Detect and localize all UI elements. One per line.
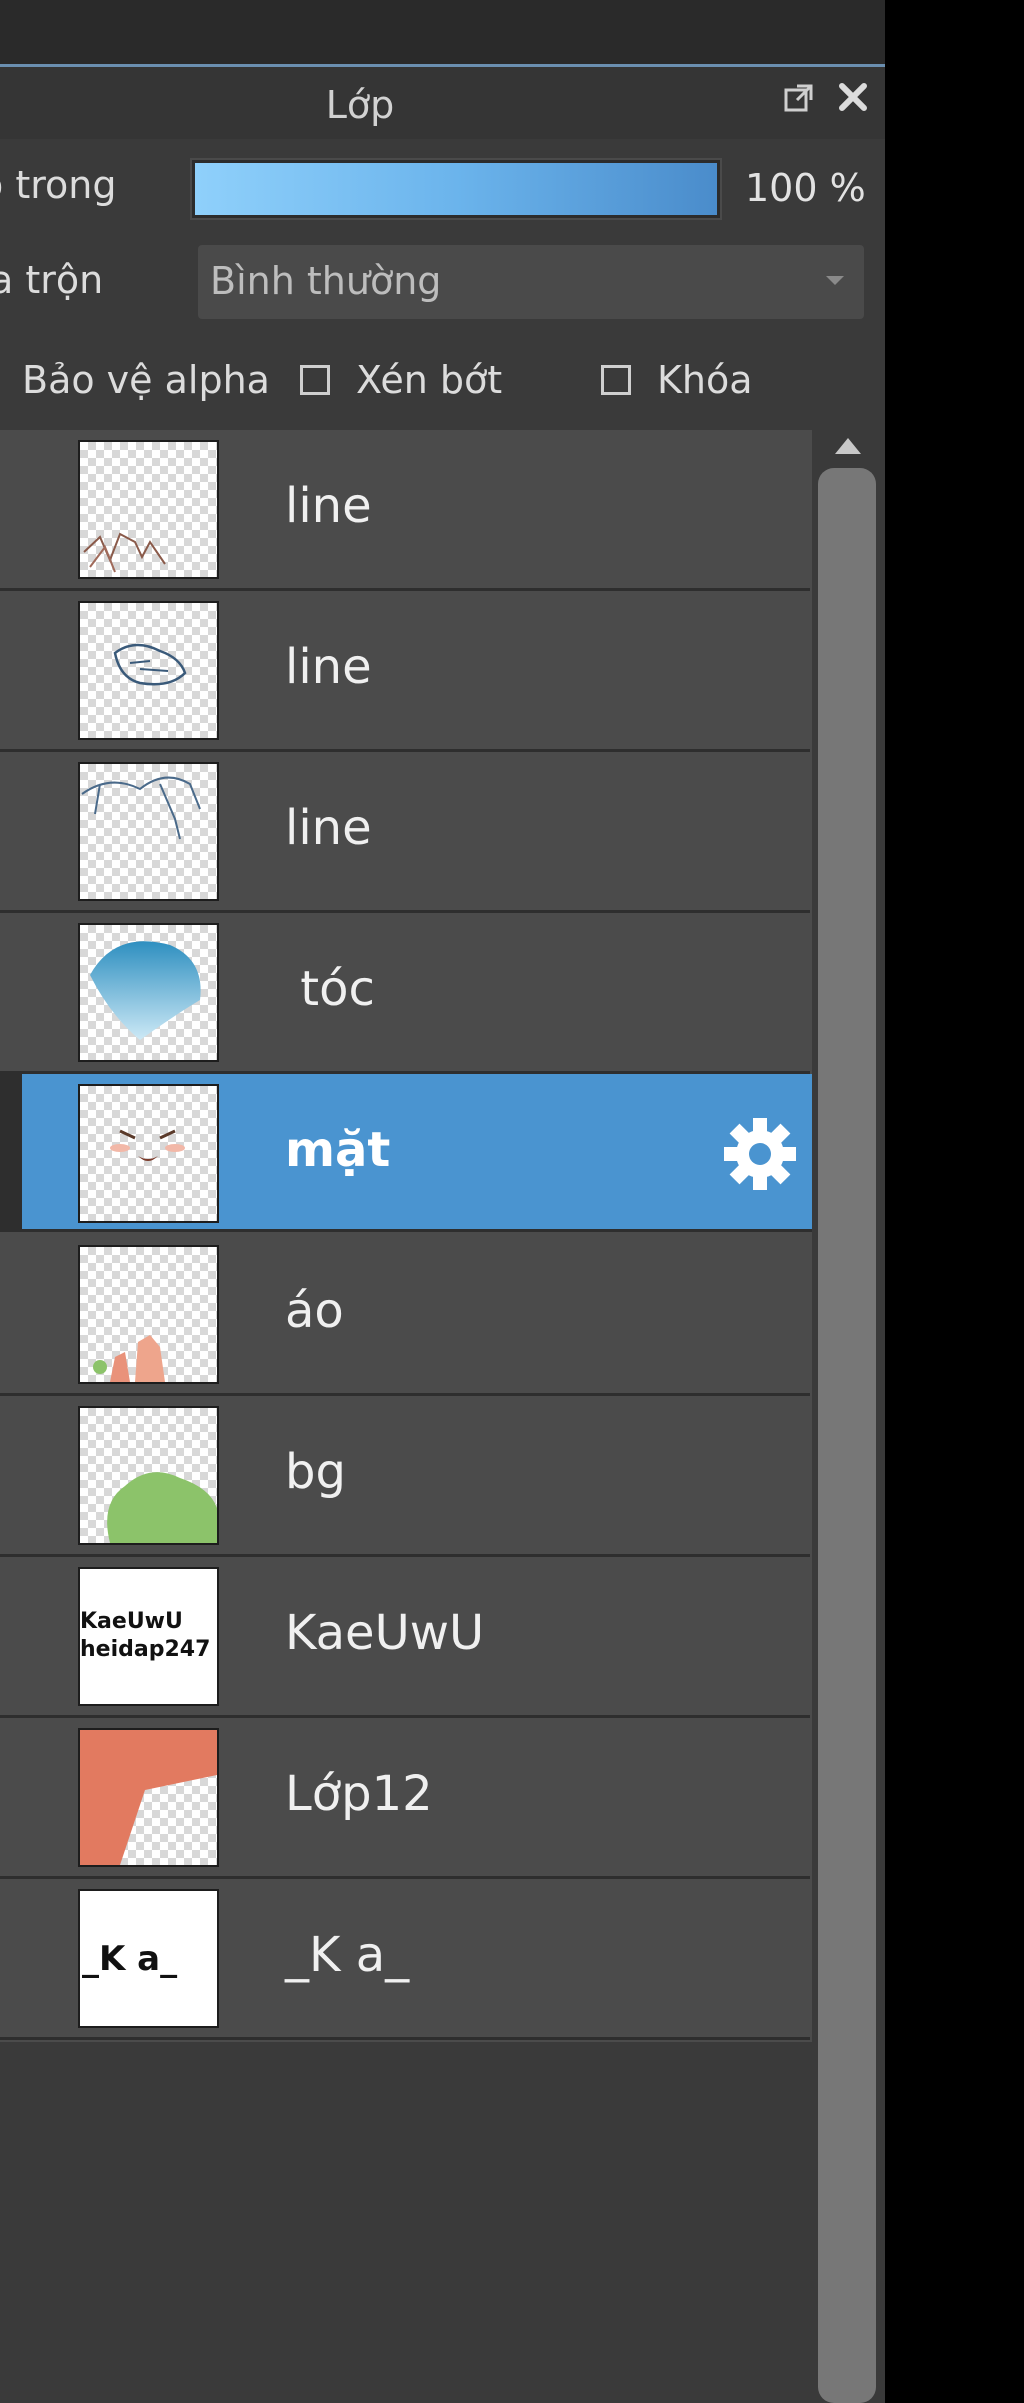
layer-thumbnail [78, 601, 219, 740]
layer-thumbnail: _K a_ [78, 1889, 219, 2028]
layer-thumbnail [78, 762, 219, 901]
layer-name: line [285, 800, 372, 856]
chevron-down-icon [826, 276, 844, 285]
panel-title: Lớp [325, 83, 395, 127]
layer-list: line line line tóc mặt áo bg KaeUwU heid… [0, 430, 812, 2042]
close-icon[interactable] [836, 80, 870, 114]
layer-row[interactable]: line [0, 430, 810, 591]
layer-name: KaeUwU [285, 1605, 485, 1661]
layer-thumbnail [78, 1406, 219, 1545]
layers-panel: Lớp ộ trong 100 % a trộn Bình thường Bảo… [0, 0, 885, 2403]
layer-row[interactable]: line [0, 752, 810, 913]
lock-checkbox[interactable] [601, 365, 631, 395]
layer-thumbnail [78, 923, 219, 1062]
layer-thumbnail [78, 1728, 219, 1867]
opacity-value: 100 % [745, 166, 866, 210]
layer-row[interactable]: áo [0, 1235, 810, 1396]
layer-row[interactable]: _K a_ _K a_ [0, 1879, 810, 2040]
scroll-thumb[interactable] [818, 468, 876, 2403]
clip-label[interactable]: Xén bớt [356, 358, 502, 402]
layer-name: line [285, 478, 372, 534]
layer-thumbnail [78, 1245, 219, 1384]
layer-list-scrollbar[interactable] [812, 430, 885, 2403]
thumbnail-text: _K a_ [82, 1939, 178, 1979]
layer-name: áo [285, 1283, 344, 1339]
thumbnail-text-line1: KaeUwU [80, 1609, 183, 1634]
layer-name: mặt [285, 1122, 391, 1178]
gear-icon[interactable] [722, 1116, 798, 1192]
blend-mode-select[interactable]: Bình thường [198, 245, 864, 319]
layer-name: line [285, 639, 372, 695]
lock-label[interactable]: Khóa [657, 358, 753, 402]
layer-row-selected[interactable]: mặt [0, 1074, 812, 1232]
blend-mode-value: Bình thường [210, 259, 442, 303]
thumbnail-text-line2: heidap247 [80, 1637, 211, 1662]
layer-row[interactable]: line [0, 591, 810, 752]
opacity-slider[interactable] [190, 158, 722, 220]
layer-thumbnail: KaeUwU heidap247 [78, 1567, 219, 1706]
layer-name: bg [285, 1444, 346, 1500]
opacity-label: ộ trong [0, 163, 117, 207]
scroll-up-arrow-icon[interactable] [835, 438, 861, 454]
layer-thumbnail [78, 440, 219, 579]
blend-mode-label: a trộn [0, 258, 104, 302]
layer-name: _K a_ [285, 1927, 410, 1983]
layer-row[interactable]: Lớp12 [0, 1718, 810, 1879]
opacity-slider-fill [195, 163, 717, 215]
panel-titlebar: Lớp [0, 67, 885, 139]
top-strip [0, 0, 885, 67]
layer-name: Lớp12 [285, 1766, 433, 1822]
layer-thumbnail [78, 1084, 219, 1223]
layer-row[interactable]: KaeUwU heidap247 KaeUwU [0, 1557, 810, 1718]
layer-row[interactable]: bg [0, 1396, 810, 1557]
protect-alpha-label[interactable]: Bảo vệ alpha [22, 358, 270, 402]
clip-checkbox[interactable] [300, 365, 330, 395]
popout-icon[interactable] [783, 82, 815, 114]
layer-name: tóc [285, 961, 375, 1017]
layer-row[interactable]: tóc [0, 913, 810, 1074]
